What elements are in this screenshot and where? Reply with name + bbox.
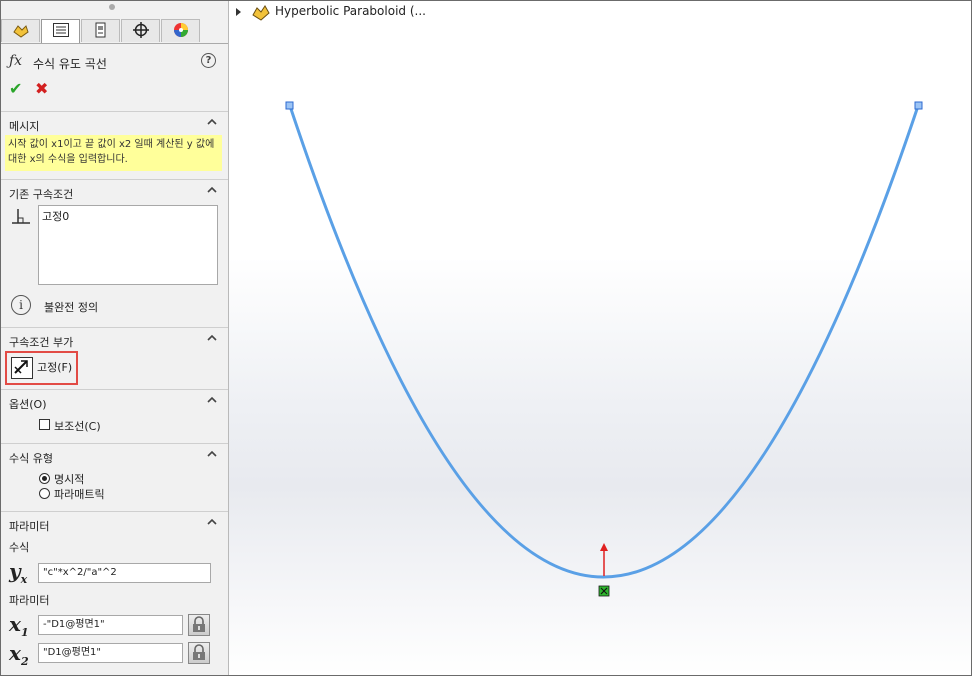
- parametric-label: 파라매트릭: [54, 488, 105, 501]
- tab-property-manager[interactable]: [41, 19, 80, 43]
- graphics-viewport[interactable]: Hyperbolic Paraboloid (...: [229, 1, 971, 675]
- color-wheel-icon: [172, 22, 190, 41]
- help-icon[interactable]: ?: [201, 53, 216, 68]
- equation-label: 수식: [9, 541, 30, 554]
- lock-icon: [193, 616, 205, 632]
- construction-label: 보조선(C): [54, 420, 101, 433]
- yx-icon: yx: [9, 559, 28, 586]
- tab-feature-manager[interactable]: [1, 19, 40, 42]
- message-text: 시작 값이 x1이고 끝 값이 x2 일때 계산된 y 값에 대한 x의 수식을…: [5, 135, 222, 171]
- curve-end-point[interactable]: [914, 101, 923, 110]
- cancel-button[interactable]: ✖: [35, 79, 48, 98]
- relations-icon: [11, 207, 31, 230]
- manager-tabs: [1, 19, 228, 44]
- existing-relations-header: 기존 구속조건: [9, 188, 74, 201]
- property-manager-panel: ƒx 수식 유도 곡선 ? ✔ ✖ 메시지 시작 값이 x1이고 끝 값이 x2…: [1, 1, 229, 675]
- info-icon: i: [11, 295, 31, 315]
- explicit-radio[interactable]: [39, 473, 50, 484]
- parametric-radio[interactable]: [39, 488, 50, 499]
- parameters-label: 파라미터: [9, 594, 50, 607]
- equation-type-section: 수식 유형: [1, 443, 228, 512]
- add-relations-header: 구속조건 부가: [9, 336, 74, 349]
- options-header: 옵션(O): [9, 398, 47, 411]
- ok-button[interactable]: ✔: [9, 79, 22, 98]
- parameters-header: 파라미터: [9, 520, 50, 533]
- tab-configuration-manager[interactable]: [81, 19, 120, 42]
- sketch-canvas: [285, 101, 923, 597]
- chevron-up-icon[interactable]: [206, 332, 218, 344]
- fix-relation-button[interactable]: 고정(F): [5, 351, 78, 385]
- chevron-up-icon[interactable]: [206, 516, 218, 528]
- chevron-up-icon[interactable]: [206, 184, 218, 196]
- equation-type-header: 수식 유형: [9, 452, 53, 465]
- chevron-up-icon[interactable]: [206, 448, 218, 460]
- feature-manager-icon: [12, 22, 30, 41]
- fix-icon: [11, 357, 33, 379]
- x2-icon: x2: [9, 641, 29, 668]
- origin-arrowhead: [600, 543, 608, 551]
- construction-checkbox[interactable]: [39, 419, 50, 430]
- options-section: 옵션(O): [1, 389, 228, 444]
- existing-relations-list[interactable]: 고정0: [38, 205, 218, 285]
- chevron-up-icon[interactable]: [206, 116, 218, 128]
- chevron-up-icon[interactable]: [206, 394, 218, 406]
- fix-label: 고정(F): [37, 361, 73, 374]
- definition-status: 불완전 정의: [44, 301, 99, 314]
- equation-curve[interactable]: [288, 105, 920, 579]
- configuration-manager-icon: [92, 22, 110, 41]
- tab-dimxpert-manager[interactable]: [121, 19, 160, 42]
- x2-lock-button[interactable]: [188, 642, 210, 664]
- x2-field[interactable]: "D1@평면1": [38, 643, 183, 663]
- list-item[interactable]: 고정0: [42, 208, 214, 224]
- message-header: 메시지: [9, 120, 40, 133]
- tab-display-manager[interactable]: [161, 19, 200, 42]
- property-manager-title: 수식 유도 곡선: [33, 57, 107, 71]
- crosshair-icon: [132, 21, 150, 41]
- equation-curve-icon: ƒx: [9, 53, 23, 69]
- curve-start-point[interactable]: [285, 101, 294, 110]
- property-manager-icon: [52, 22, 70, 41]
- x1-lock-button[interactable]: [188, 614, 210, 636]
- explicit-label: 명시적: [54, 473, 85, 486]
- property-manager-header: ƒx 수식 유도 곡선 ?: [9, 53, 221, 73]
- lock-icon: [193, 644, 205, 660]
- yx-equation-field[interactable]: "c"*x^2/"a"^2: [38, 563, 211, 583]
- window: ƒx 수식 유도 곡선 ? ✔ ✖ 메시지 시작 값이 x1이고 끝 값이 x2…: [0, 0, 972, 676]
- panel-grip[interactable]: [109, 4, 115, 10]
- x1-field[interactable]: -"D1@평면1": [38, 615, 183, 635]
- x1-icon: x1: [9, 612, 29, 639]
